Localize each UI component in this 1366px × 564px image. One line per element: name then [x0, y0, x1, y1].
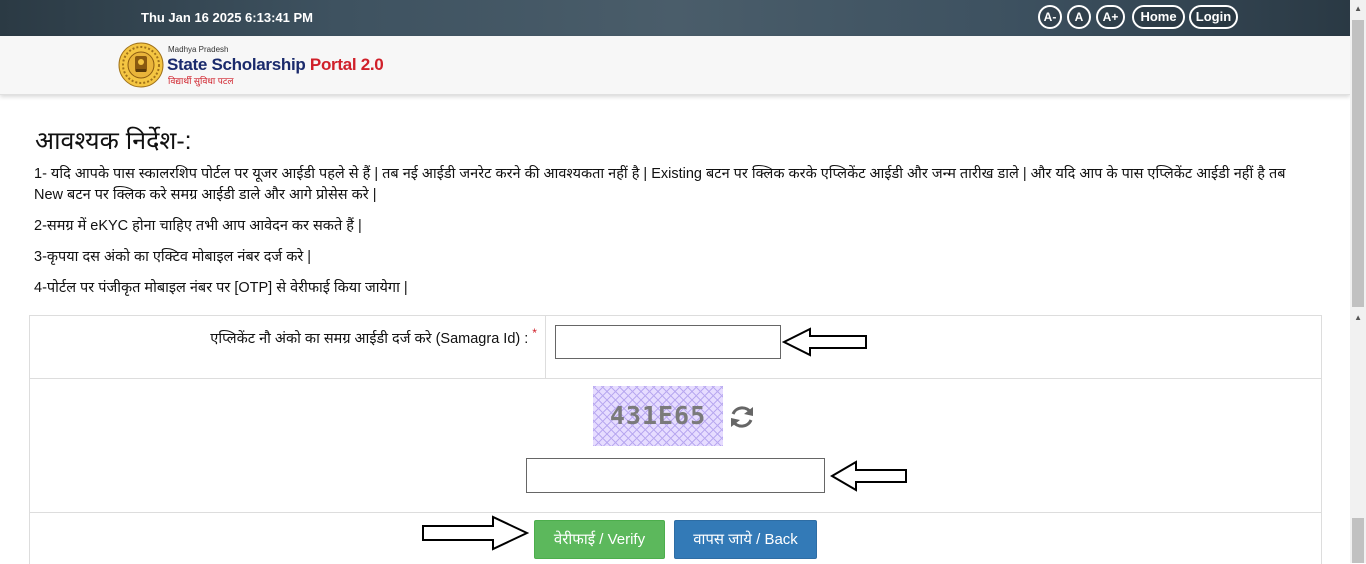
- verify-button[interactable]: वेरीफाई / Verify: [534, 520, 665, 559]
- font-normal-button[interactable]: A: [1067, 5, 1091, 29]
- font-increase-button[interactable]: A+: [1096, 5, 1125, 29]
- instruction-item: 1- यदि आपके पास स्कालरशिप पोर्टल पर यूजर…: [34, 166, 1286, 203]
- arrow-pointer-icon: [830, 460, 907, 492]
- instruction-item: 3-कृपया दस अंको का एक्टिव मोबाइल नंबर दर…: [34, 249, 312, 265]
- captcha-input[interactable]: [526, 458, 825, 493]
- logo-subtitle: विद्यार्थी सुविधा पटल: [168, 76, 234, 86]
- arrow-pointer-icon: [422, 515, 529, 551]
- top-bar: Thu Jan 16 2025 6:13:41 PM A- A A+ Home …: [0, 0, 1350, 36]
- scroll-up-icon-secondary[interactable]: ▲: [1354, 313, 1362, 322]
- captcha-image: 431E65: [593, 386, 723, 446]
- required-mark: *: [532, 326, 537, 340]
- page-scrollbar[interactable]: ▲ ▲: [1350, 0, 1366, 563]
- back-button[interactable]: वापस जाये / Back: [674, 520, 817, 559]
- samagra-id-input[interactable]: [555, 325, 781, 359]
- scroll-up-icon[interactable]: ▲: [1354, 4, 1362, 13]
- mp-emblem-icon: [118, 42, 164, 88]
- arrow-pointer-icon: [782, 327, 867, 357]
- samagra-row: एप्लिकेंट नौ अंको का समग्र आईडी दर्ज करे…: [30, 316, 1321, 379]
- logo-title: State Scholarship Portal 2.0: [167, 55, 384, 75]
- scroll-thumb[interactable]: [1352, 20, 1364, 307]
- login-button[interactable]: Login: [1189, 5, 1238, 29]
- refresh-icon[interactable]: [727, 402, 757, 432]
- samagra-label-cell: एप्लिकेंट नौ अंको का समग्र आईडी दर्ज करे…: [30, 316, 546, 378]
- font-decrease-button[interactable]: A-: [1038, 5, 1062, 29]
- logo-title-accent: Portal 2.0: [309, 55, 384, 74]
- home-button[interactable]: Home: [1132, 5, 1185, 29]
- samagra-label-text: एप्लिकेंट नौ अंको का समग्र आईडी दर्ज करे…: [210, 330, 533, 347]
- scroll-thumb-secondary[interactable]: [1352, 518, 1364, 563]
- logo-title-main: State Scholarship: [167, 55, 310, 74]
- instruction-item: 2-समग्र में eKYC होना चाहिए तभी आप आवेदन…: [34, 218, 362, 234]
- samagra-label: एप्लिकेंट नौ अंको का समग्र आईडी दर्ज करे…: [210, 326, 537, 348]
- site-header: Madhya Pradesh State Scholarship Portal …: [0, 36, 1350, 95]
- captcha-row: 431E65: [30, 379, 1321, 513]
- instructions-heading: आवश्यक निर्देश-:: [35, 127, 192, 155]
- logo-state-text: Madhya Pradesh: [168, 45, 229, 54]
- date-time: Thu Jan 16 2025 6:13:41 PM: [141, 10, 313, 25]
- instruction-item: 4-पोर्टल पर पंजीकृत मोबाइल नंबर पर [OTP]…: [34, 280, 408, 296]
